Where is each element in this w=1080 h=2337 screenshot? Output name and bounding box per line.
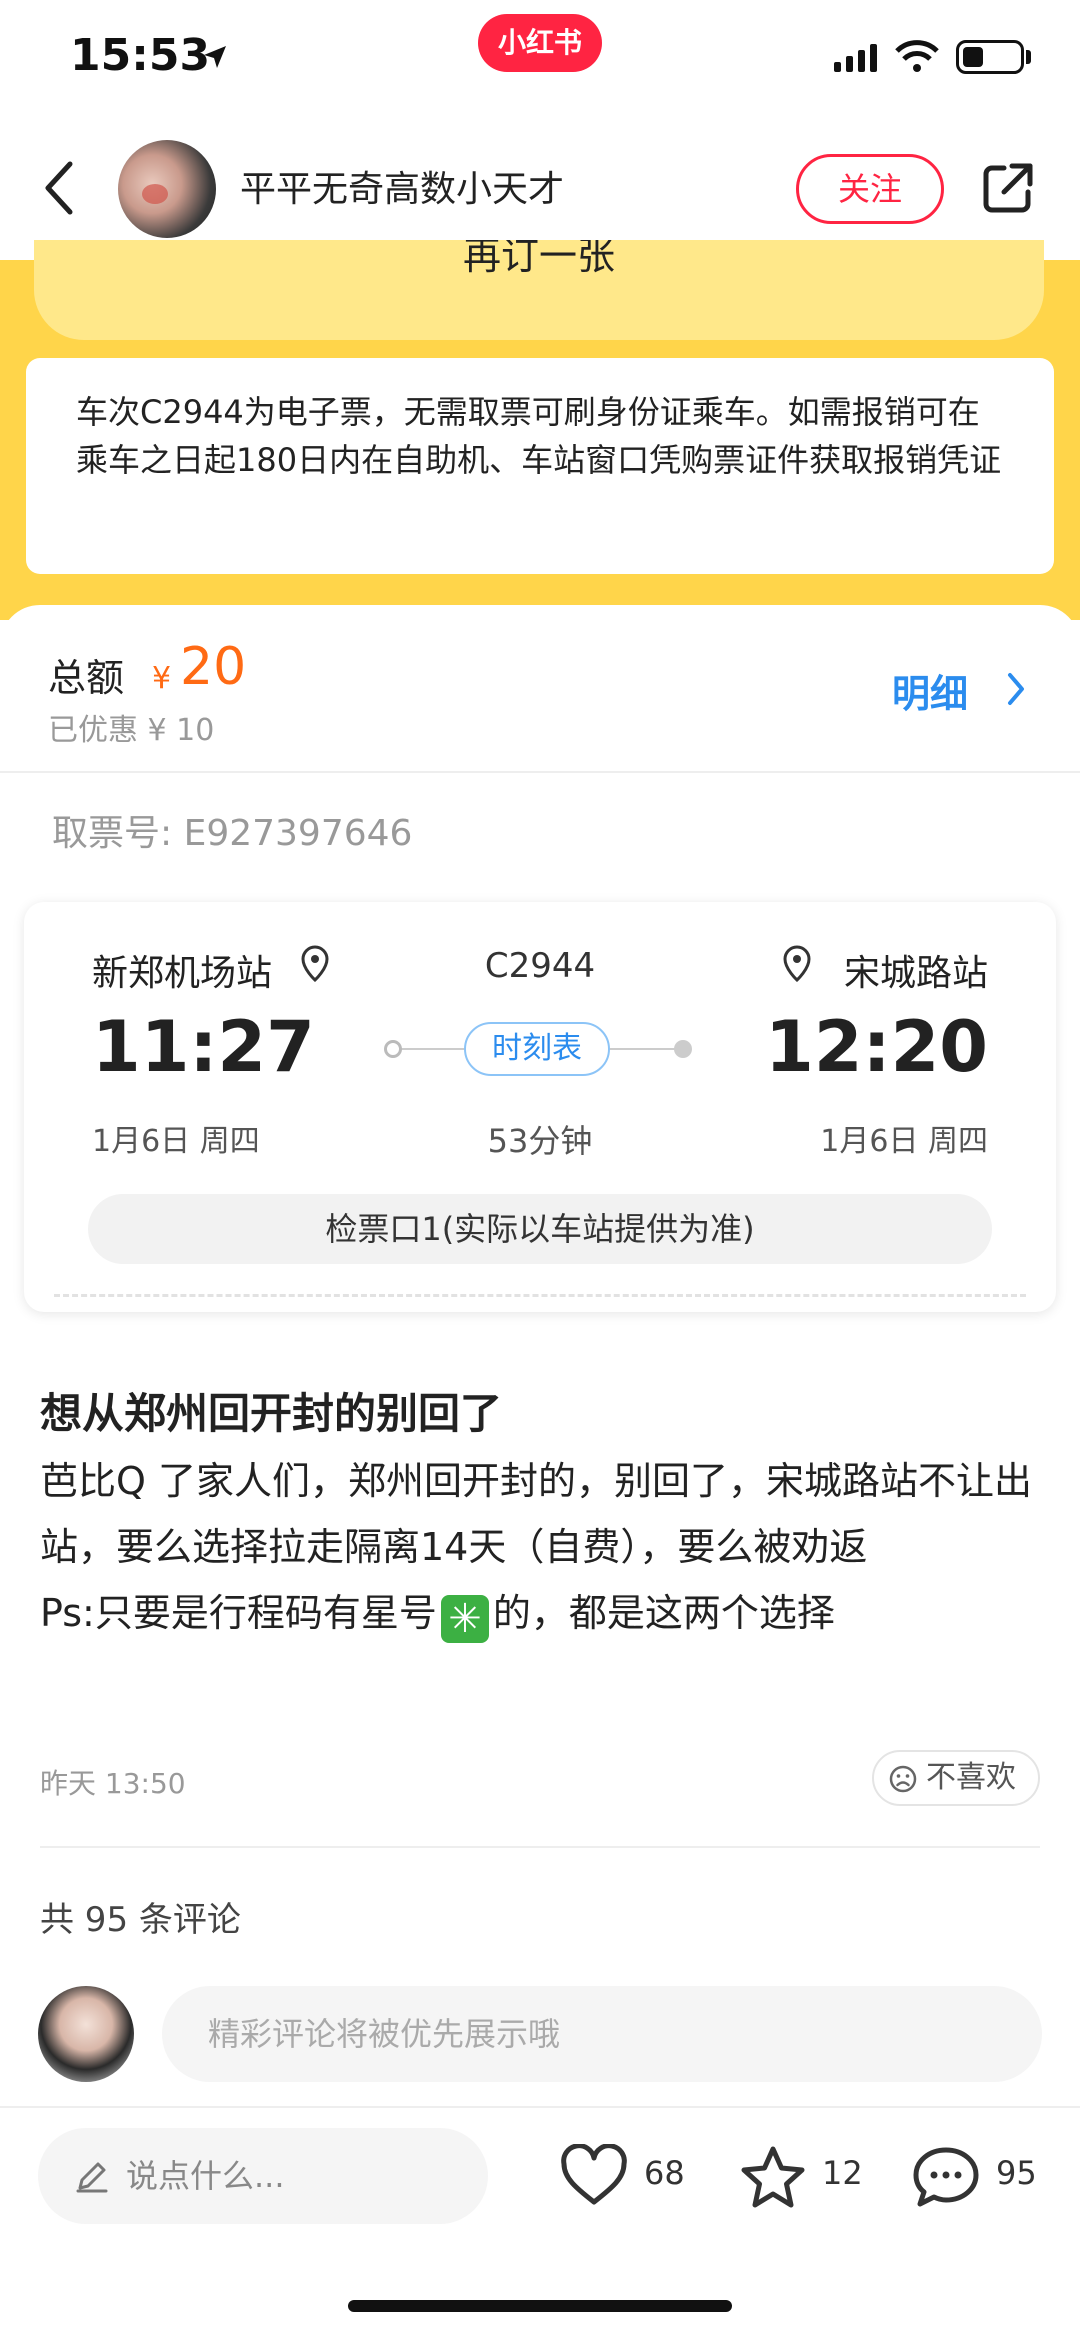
app-badge: 小红书 [478,14,602,72]
total-amount: 20 [180,637,247,697]
status-time: 15:53 [70,30,211,81]
post-body-paragraph: 芭比Q 了家人们，郑州回开封的，别回了，宋城路站不让出站，要么选择拉走隔离14天… [40,1459,1032,1569]
pickup-number: 取票号: E927397646 [52,813,413,854]
ps-suffix: 的，都是这两个选择 [492,1591,835,1635]
comment-bubble-icon [913,2147,979,2207]
ticket-image-top: 再订一张 车次C2944为电子票，无需取票可刷身份证乘车。如需报销可在乘车之日起… [0,240,1080,620]
post-date: 昨天 13:50 [40,1767,186,1800]
e-ticket-notice: 车次C2944为电子票，无需取票可刷身份证乘车。如需报销可在乘车之日起180日内… [26,358,1054,574]
author-name[interactable]: 平平无奇高数小天才 [240,160,564,212]
pencil-icon [76,2162,108,2193]
route-end-dot [674,1040,692,1058]
train-ticket-card: 新郑机场站 C2944 宋城路站 11:27 时刻表 12:20 1月6日 周四… [24,902,1056,1312]
say-something-input[interactable]: 说点什么... [38,2128,488,2224]
departure-time: 11:27 [92,1006,315,1088]
back-chevron-icon[interactable] [40,160,80,216]
share-icon[interactable] [980,160,1036,216]
follow-button[interactable]: 关注 [796,154,944,224]
heart-icon [561,2144,627,2205]
ps-prefix: Ps:只要是行程码有星号 [40,1591,437,1635]
arrival-time: 12:20 [765,1006,988,1088]
screen: { "status_bar": { "time": "15:53", "app_… [0,0,1080,2337]
post-body-ps: Ps:只要是行程码有星号 ✳ 的，都是这两个选择 [40,1580,1050,1646]
battery-nub [1026,50,1031,64]
comment-count-action: 95 [996,2154,1037,2192]
comment-button[interactable]: 95 [910,2140,1050,2214]
rebook-label: 再订一张 [462,240,615,278]
divider [40,1846,1040,1848]
current-user-avatar [38,1986,134,2082]
arrival-station: 宋城路站 [843,953,988,994]
detail-link: 明细 [892,672,969,716]
favorite-button[interactable]: 12 [738,2140,868,2214]
like-button[interactable]: 68 [558,2140,698,2214]
like-count: 68 [644,2154,685,2192]
dislike-label: 不喜欢 [926,1760,1016,1795]
post-header: 平平无奇高数小天才 关注 [0,110,1080,260]
ticket-perforation [54,1294,1026,1297]
author-avatar[interactable] [118,140,216,238]
wifi-icon [895,40,939,72]
cellular-signal-icon [834,44,877,72]
home-indicator [348,2300,732,2312]
sad-face-icon [889,1765,917,1793]
star-icon [741,2146,805,2208]
ticket-gate: 检票口1(实际以车站提供为准) [88,1194,992,1264]
location-arrow-icon [204,46,226,68]
discount-text: 已优惠 ¥ 10 [48,713,215,748]
asterisk-emoji-icon: ✳ [440,1595,489,1643]
post-title: 想从郑州回开封的别回了 [40,1389,503,1438]
favorite-count: 12 [822,2154,863,2192]
say-placeholder: 说点什么... [126,2157,285,2195]
rebook-button: 再订一张 [34,240,1044,340]
bottom-bar-divider [0,2106,1080,2108]
battery-icon [956,40,1024,74]
comment-placeholder: 精彩评论将被优先展示哦 [208,2015,561,2053]
total-card: 总额 ¥ 20 已优惠 ¥ 10 明细 [0,605,1080,773]
comment-count: 共 95 条评论 [40,1900,241,1940]
chevron-right-icon [1008,673,1024,705]
total-label: 总额 [48,656,125,700]
arrival-date: 1月6日 周四 [820,1124,988,1159]
schedule-button: 时刻表 [464,1022,610,1076]
currency-symbol: ¥ [152,661,172,696]
route-start-dot [384,1040,402,1058]
status-bar: 15:53 小红书 [0,0,1080,110]
comment-input[interactable]: 精彩评论将被优先展示哦 [162,1986,1042,2082]
dislike-button[interactable]: 不喜欢 [872,1750,1040,1806]
location-pin-icon [783,945,811,983]
post-body: 芭比Q 了家人们，郑州回开封的，别回了，宋城路站不让出站，要么选择拉走隔离14天… [40,1448,1050,1646]
